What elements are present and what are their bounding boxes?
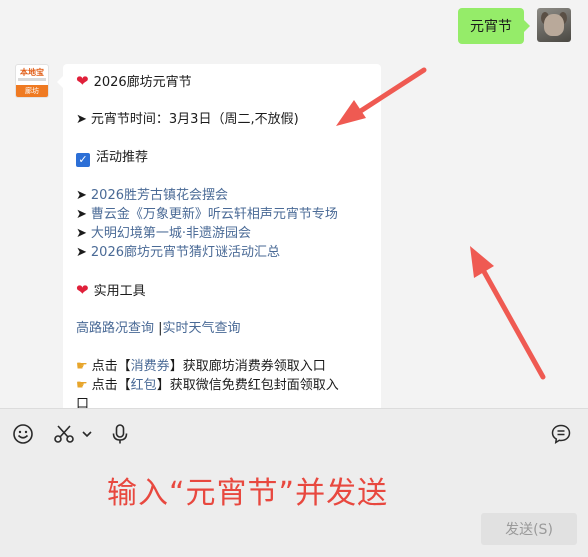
- coupon-link[interactable]: 消费券: [131, 359, 170, 374]
- emoji-icon[interactable]: [11, 422, 35, 446]
- chevron-down-icon[interactable]: [80, 422, 94, 446]
- recommend-link[interactable]: 大明幻境第一城·非遗游园会: [91, 226, 251, 241]
- redpack-link[interactable]: 红包: [131, 378, 157, 393]
- user-message-bubble[interactable]: 元宵节: [458, 8, 530, 44]
- bot-avatar[interactable]: 本地宝 廊坊: [15, 64, 49, 98]
- avatar-logo-text: 本地宝: [20, 68, 44, 77]
- checkbox-icon: ✓: [76, 153, 90, 167]
- pointing-hand-icon: ☛: [76, 359, 88, 374]
- weather-link[interactable]: 实时天气查询: [163, 321, 241, 336]
- redpack-wrap-text: 口: [76, 397, 90, 408]
- coupon-suffix: 】获取廊坊消费券领取入口: [169, 359, 326, 374]
- user-message-text: 元宵节: [470, 19, 512, 35]
- recommend-link-item[interactable]: ➤ 大明幻境第一城·非遗游园会: [76, 224, 251, 243]
- chat-history-icon[interactable]: [549, 422, 573, 446]
- tools-title-line: ❤ 实用工具: [76, 281, 146, 301]
- festival-time-line: ➤ 元宵节时间：3月3日（周二,不放假): [76, 110, 299, 129]
- microphone-icon[interactable]: [108, 422, 132, 446]
- recommend-link[interactable]: 曹云金《万象更新》听云轩相声元宵节专场: [91, 207, 338, 222]
- recommend-title-line: ✓ 活动推荐: [76, 148, 148, 167]
- arrow-icon: ➤: [76, 207, 87, 222]
- scissors-icon[interactable]: [52, 422, 76, 446]
- coupon-prefix: 点击【: [91, 359, 131, 374]
- recommend-link-item[interactable]: ➤ 曹云金《万象更新》听云轩相声元宵节专场: [76, 205, 338, 224]
- heart-icon: ❤: [76, 281, 89, 299]
- recommend-title: 活动推荐: [96, 150, 149, 165]
- arrow-icon: ➤: [76, 245, 87, 260]
- recommend-link-item[interactable]: ➤ 2026胜芳古镇花会摆会: [76, 186, 228, 205]
- redpack-line: ☛ 点击【红包】获取微信免费红包封面领取入: [76, 376, 339, 395]
- bot-message-bubble: ❤ 2026廊坊元宵节 ➤ 元宵节时间：3月3日（周二,不放假) ✓ 活动推荐 ➤ 20…: [57, 64, 381, 408]
- input-divider: [0, 408, 588, 409]
- annotation-arrow-bottom: [470, 246, 546, 380]
- user-avatar[interactable]: [537, 8, 571, 42]
- heart-icon: ❤: [76, 72, 89, 90]
- redpack-prefix: 点击【: [91, 378, 131, 393]
- tools-links-line: 高路路况查询 |实时天气查询: [76, 319, 241, 338]
- send-button[interactable]: 发送(S): [481, 513, 577, 545]
- arrow-icon: ➤: [76, 188, 87, 203]
- message-title-line: ❤ 2026廊坊元宵节: [76, 72, 192, 92]
- arrow-icon: ➤: [76, 226, 87, 241]
- recommend-link[interactable]: 2026廊坊元宵节猜灯谜活动汇总: [91, 245, 280, 260]
- recommend-link[interactable]: 2026胜芳古镇花会摆会: [91, 188, 228, 203]
- redpack-line-wrap: 口: [76, 395, 89, 408]
- tools-title: 实用工具: [93, 284, 146, 299]
- avatar-logo-city: 廊坊: [16, 85, 48, 97]
- message-title: 2026廊坊元宵节: [93, 75, 192, 90]
- pointing-hand-icon: ☛: [76, 378, 88, 393]
- chat-area: 元宵节 本地宝 廊坊 ❤ 2026廊坊元宵节 ➤ 元宵节时间：3月3日（周二,不放假…: [0, 0, 588, 408]
- instruction-text: 输入“元宵节”并发送: [107, 476, 389, 511]
- recommend-link-item[interactable]: ➤ 2026廊坊元宵节猜灯谜活动汇总: [76, 243, 280, 262]
- festival-time: 元宵节时间：3月3日（周二,不放假): [90, 112, 299, 127]
- road-status-link[interactable]: 高路路况查询: [76, 321, 154, 336]
- coupon-line: ☛ 点击【消费券】获取廊坊消费券领取入口: [76, 357, 326, 376]
- redpack-suffix: 】获取微信免费红包封面领取入: [156, 378, 339, 393]
- arrow-icon: ➤: [76, 112, 87, 127]
